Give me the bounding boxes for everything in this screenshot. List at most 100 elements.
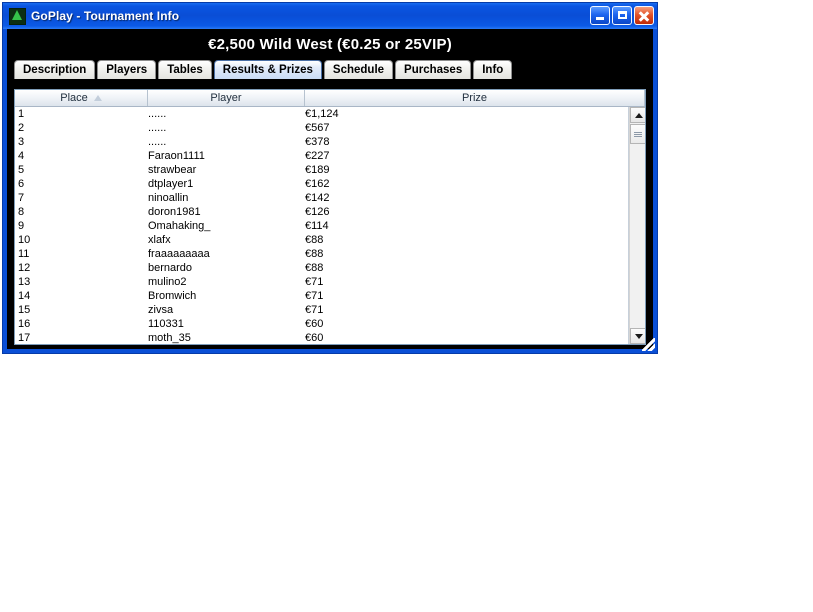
cell-prize: €142 (305, 192, 330, 204)
tournament-info-window: GoPlay - Tournament Info €2,500 Wild Wes… (2, 2, 658, 354)
scroll-thumb[interactable] (630, 124, 645, 144)
cell-place: 1 (18, 108, 25, 120)
cell-place: 16 (18, 318, 31, 330)
cell-place: 17 (18, 332, 31, 344)
cell-place: 2 (18, 122, 25, 134)
cell-player: fraaaaaaaaa (148, 248, 210, 260)
tab-players[interactable]: Players (97, 60, 157, 79)
scroll-up-arrow[interactable] (630, 107, 645, 123)
cell-place: 7 (18, 192, 25, 204)
cell-prize: €71 (305, 290, 324, 302)
maximize-button[interactable] (612, 6, 632, 25)
table-header-row: Place Player Prize (15, 90, 645, 107)
table-row[interactable]: 16 110331 €60 (15, 317, 628, 331)
cell-prize: €88 (305, 262, 324, 274)
cell-prize: €567 (305, 122, 330, 134)
cell-prize: €71 (305, 304, 324, 316)
column-header-prize[interactable]: Prize (305, 90, 645, 106)
tab-bar: Description Players Tables Results & Pri… (14, 59, 653, 79)
table-row[interactable]: 5 strawbear €189 (15, 163, 628, 177)
table-row[interactable]: 6 dtplayer1 €162 (15, 177, 628, 191)
window-resize-grip[interactable] (642, 338, 655, 351)
table-row[interactable]: 17 moth_35 €60 (15, 331, 628, 344)
cell-prize: €227 (305, 150, 330, 162)
tab-description[interactable]: Description (14, 60, 96, 79)
cell-player: Bromwich (148, 290, 197, 302)
cell-place: 10 (18, 234, 31, 246)
tab-results-and-prizes[interactable]: Results & Prizes (213, 60, 322, 79)
table-row[interactable]: 10 xlafx €88 (15, 233, 628, 247)
cell-place: 3 (18, 136, 25, 148)
cell-player: ...... (148, 136, 167, 148)
cell-place: 4 (18, 150, 25, 162)
cell-place: 8 (18, 206, 25, 218)
cell-player: Faraon1111 (148, 150, 205, 162)
close-button[interactable] (634, 6, 654, 25)
cell-prize: €88 (305, 234, 324, 246)
minimize-button[interactable] (590, 6, 610, 25)
cell-player: xlafx (148, 234, 171, 246)
cell-prize: €1,124 (305, 108, 339, 120)
table-row[interactable]: 12 bernardo €88 (15, 261, 628, 275)
cell-player: 110331 (148, 318, 184, 330)
cell-player: ...... (148, 108, 167, 120)
cell-prize: €114 (305, 220, 329, 232)
cell-player: Omahaking_ (148, 220, 211, 232)
cell-player: strawbear (148, 164, 197, 176)
cell-place: 11 (18, 248, 30, 260)
column-header-player-label: Player (210, 92, 242, 104)
table-row[interactable]: 14 Bromwich €71 (15, 289, 628, 303)
cell-prize: €60 (305, 318, 324, 330)
window-client-area: €2,500 Wild West (€0.25 or 25VIP) Descri… (7, 29, 653, 349)
cell-place: 6 (18, 178, 25, 190)
table-row[interactable]: 3...... €378 (15, 135, 628, 149)
table-body: 1...... €1,124 2...... €567 3...... €378 4 Fara… (15, 107, 629, 344)
window-title: GoPlay - Tournament Info (31, 9, 180, 23)
cell-player: dtplayer1 (148, 178, 194, 190)
table-row[interactable]: 4 Faraon1111 €227 (15, 149, 628, 163)
cell-player: moth_35 (148, 332, 191, 344)
table-row[interactable]: 2...... €567 (15, 121, 628, 135)
cell-place: 5 (18, 164, 25, 176)
cell-prize: €126 (305, 206, 330, 218)
results-table: Place Player Prize 1...... €1,124 2...... €… (14, 89, 646, 345)
cell-place: 14 (18, 290, 31, 302)
tab-tables[interactable]: Tables (158, 60, 212, 79)
cell-prize: €189 (305, 164, 330, 176)
tournament-banner: €2,500 Wild West (€0.25 or 25VIP) (7, 29, 653, 59)
table-row[interactable]: 9 Omahaking_ €114 (15, 219, 628, 233)
column-header-player[interactable]: Player (148, 90, 305, 106)
table-row[interactable]: 8 doron1981 €126 (15, 205, 628, 219)
window-controls (590, 6, 654, 25)
tree-icon (9, 7, 26, 25)
cell-player: ...... (148, 122, 167, 134)
window-titlebar[interactable]: GoPlay - Tournament Info (3, 3, 657, 29)
table-row[interactable]: 15 zivsa €71 (15, 303, 628, 317)
cell-prize: €378 (305, 136, 330, 148)
column-header-prize-label: Prize (461, 92, 488, 104)
cell-prize: €71 (305, 276, 324, 288)
tab-purchases[interactable]: Purchases (395, 60, 472, 79)
table-row[interactable]: 13 mulino2 €71 (15, 275, 628, 289)
cell-place: 13 (18, 276, 31, 288)
cell-place: 9 (18, 220, 25, 232)
table-row[interactable]: 11 fraaaaaaaaa €88 (15, 247, 628, 261)
cell-player: doron1981 (148, 206, 201, 218)
table-row[interactable]: 1...... €1,124 (15, 107, 628, 121)
sort-ascending-icon (93, 95, 102, 101)
cell-place: 15 (18, 304, 31, 316)
table-row[interactable]: 7 ninoallin €142 (15, 191, 628, 205)
cell-player: zivsa (148, 304, 174, 316)
cell-prize: €60 (305, 332, 324, 344)
column-header-place[interactable]: Place (15, 90, 148, 106)
table-vertical-scrollbar[interactable] (629, 107, 645, 344)
tab-schedule[interactable]: Schedule (323, 60, 394, 79)
tournament-title: €2,500 Wild West (€0.25 or 25VIP) (208, 35, 452, 53)
cell-prize: €88 (305, 248, 324, 260)
cell-place: 12 (18, 262, 31, 274)
cell-player: ninoallin (148, 192, 189, 204)
cell-player: mulino2 (148, 276, 187, 288)
cell-player: bernardo (148, 262, 193, 274)
tab-info[interactable]: Info (473, 60, 513, 79)
column-header-place-label: Place (60, 92, 88, 104)
